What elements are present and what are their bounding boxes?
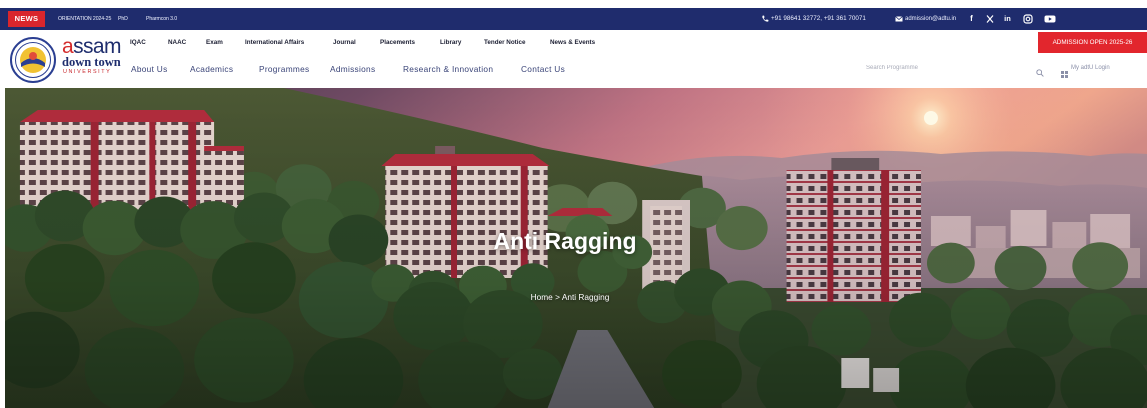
page-title: Anti Ragging [493,228,637,254]
nav-main-programmes[interactable]: Programmes [259,63,310,75]
email-icon [895,15,903,23]
my-adtu-login-link[interactable]: My adtU Login [1071,62,1110,74]
news-badge: NEWS [8,11,45,27]
search-icon[interactable] [1036,64,1044,77]
logo-wordmark-down-town: down town [62,55,121,69]
phone-numbers[interactable]: +91 98641 32772, +91 361 70071 [771,8,866,30]
university-emblem [10,37,56,83]
news-item-phd[interactable]: PhD [118,8,128,30]
breadcrumb-home-link[interactable]: Home [531,292,553,302]
nav-top-tender-notice[interactable]: Tender Notice [484,38,526,48]
logo-wordmark-university: UNIVERSITY [63,69,112,75]
news-item-pharmcon[interactable]: Pharmcon 3.0 [146,8,177,30]
top-bar: NEWS ORIENTATION 2024-25 PhD Pharmcon 3.… [0,8,1147,30]
linkedin-icon[interactable]: in [1002,13,1013,25]
nav-top-library[interactable]: Library [440,38,461,48]
nav-top-naac[interactable]: NAAC [168,38,186,48]
nav-top-placements[interactable]: Placements [380,38,415,48]
youtube-icon[interactable] [1043,13,1056,25]
nav-main-academics[interactable]: Academics [190,63,233,75]
facebook-icon[interactable]: f [966,13,977,25]
nav-main-contact-us[interactable]: Contact Us [521,63,565,75]
nav-top-international-affairs[interactable]: International Affairs [245,38,304,48]
nav-top-news-events[interactable]: News & Events [550,38,595,48]
university-logo[interactable]: assam down town UNIVERSITY [10,36,126,84]
breadcrumb-current: Anti Ragging [561,292,610,302]
site-header: assam down town UNIVERSITY IQAC NAAC Exa… [0,30,1147,88]
nav-main-admissions[interactable]: Admissions [330,63,375,75]
news-item-orientation[interactable]: ORIENTATION 2024-25 [58,8,111,30]
x-icon[interactable] [984,13,995,25]
nav-main-research-innovation[interactable]: Research & Innovation [403,63,493,75]
nav-top-iqac[interactable]: IQAC [130,38,146,48]
nav-main-about-us[interactable]: About Us [131,63,168,75]
grid-icon[interactable] [1061,65,1068,78]
instagram-icon[interactable] [1022,13,1033,25]
nav-top-journal[interactable]: Journal [333,38,356,48]
admission-open-button[interactable]: ADMISSION OPEN 2025-26 [1038,32,1147,53]
breadcrumb: Home > Anti Ragging [470,291,670,303]
breadcrumb-separator: > [555,292,560,302]
search-programme-input[interactable] [866,62,1031,74]
page-hero-banner: Anti Ragging Home > Anti Ragging [5,88,1147,408]
phone-icon [761,15,769,23]
nav-top-exam[interactable]: Exam [206,38,223,48]
email-link[interactable]: admission@adtu.in [905,8,956,30]
